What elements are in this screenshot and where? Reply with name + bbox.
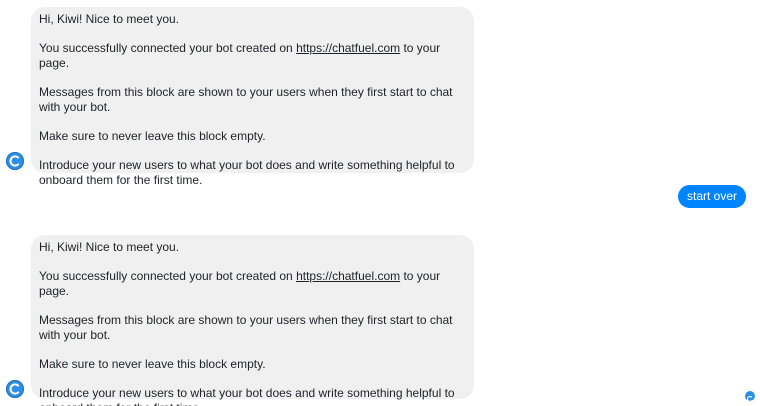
greeting-text: Hi, Kiwi! Nice to meet you. (39, 240, 180, 254)
chatfuel-link[interactable]: https://chatfuel.com (296, 269, 400, 283)
connected-text: You successfully connected your bot crea… (39, 269, 466, 299)
chatfuel-link[interactable]: https://chatfuel.com (296, 41, 400, 55)
empty-warning-text: Make sure to never leave this block empt… (39, 357, 266, 371)
shown-text: Messages from this block are shown to yo… (39, 85, 453, 114)
chatfuel-logo-icon (6, 380, 24, 398)
chat-thread: Hi, Kiwi! Nice to meet you. You successf… (0, 0, 760, 406)
bot-message-bubble: Hi, Kiwi! Nice to meet you. You successf… (31, 235, 474, 406)
empty-warning-text: Make sure to never leave this block empt… (39, 129, 266, 143)
bot-message-bubble: Hi, Kiwi! Nice to meet you. You successf… (31, 7, 474, 187)
greeting-text: Hi, Kiwi! Nice to meet you. (39, 12, 180, 26)
seen-avatar-icon (745, 391, 755, 403)
connected-prefix: You successfully connected your bot crea… (39, 41, 297, 55)
connected-text: You successfully connected your bot crea… (39, 41, 466, 71)
shown-text: Messages from this block are shown to yo… (39, 313, 453, 342)
chatfuel-logo-icon (6, 152, 24, 170)
introduce-text: Introduce your new users to what your bo… (39, 386, 455, 406)
introduce-text: Introduce your new users to what your bo… (39, 158, 455, 187)
connected-prefix: You successfully connected your bot crea… (39, 269, 297, 283)
user-message-bubble: start over (678, 185, 747, 208)
